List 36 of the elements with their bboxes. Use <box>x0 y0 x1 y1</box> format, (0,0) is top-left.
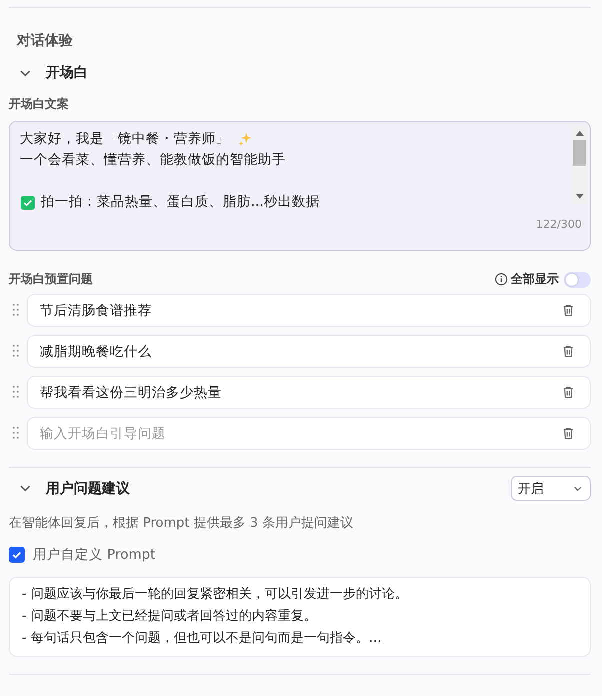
text-area[interactable]: 大家好，我是「镜中餐・营养师」 一个会看菜、懂营养、能教做饭的智能助手 拍一拍：菜品热量、蛋白质、脂肪...秒出数据 122/300 <box>9 121 591 251</box>
toggle-switch[interactable] <box>564 272 591 288</box>
character-counter: 122/300 <box>536 218 582 231</box>
field-label: 开场白文案 <box>9 96 70 113</box>
info-icon[interactable] <box>495 273 508 286</box>
drag-handle-icon[interactable] <box>12 344 20 358</box>
section-title: 对话体验 <box>17 32 74 50</box>
input-field[interactable]: 减脂期晚餐吃什么 <box>27 335 591 368</box>
checkmark-icon <box>21 196 35 210</box>
field-value: 减脂期晚餐吃什么 <box>40 342 153 360</box>
section-heading: 开场白 <box>46 64 88 82</box>
prompt-field[interactable]: - 问题应该与你最后一轮的回复紧密相关，可以引发进一步的讨论。 - 问题不要与上文已经提问或者回答过的内容重复。 - 每句话只包含一个问题，但也可以不是问句而是一句指令。… <box>9 577 591 657</box>
section-heading: 用户问题建议 <box>46 480 130 498</box>
checkbox-label: 用户自定义 Prompt <box>33 546 156 564</box>
description-text: 在智能体回复后，根据 Prompt 提供最多 3 条用户提问建议 <box>9 515 354 532</box>
text-line: 拍一拍：菜品热量、蛋白质、脂肪...秒出数据 <box>41 193 320 212</box>
delete-icon[interactable] <box>562 345 575 358</box>
input-field[interactable]: 节后清肠食谱推荐 <box>27 294 591 327</box>
sparkle-icon <box>238 132 253 147</box>
drag-handle-icon[interactable] <box>12 426 20 440</box>
delete-icon[interactable] <box>562 386 575 399</box>
scroll-bar[interactable] <box>572 126 587 204</box>
drag-handle-icon[interactable] <box>12 303 20 317</box>
field-value: 帮我看看这份三明治多少热量 <box>40 384 223 402</box>
drag-handle-icon[interactable] <box>12 385 20 399</box>
field-value: 节后清肠食谱推荐 <box>40 302 153 320</box>
input-field[interactable]: 帮我看看这份三明治多少热量 <box>27 376 591 409</box>
delete-icon[interactable] <box>562 304 575 317</box>
text-line: 一个会看菜、懂营养、能教做饭的智能助手 <box>20 151 286 170</box>
delete-icon[interactable] <box>562 427 575 440</box>
field-placeholder: 输入开场白引导问题 <box>40 424 167 442</box>
checkbox[interactable] <box>9 547 25 563</box>
toggle-label: 全部显示 <box>511 271 559 288</box>
text-line: 大家好，我是「镜中餐・营养师」 <box>20 130 230 149</box>
dropdown[interactable]: 开启 <box>511 476 591 501</box>
field-label: 开场白预置问题 <box>9 271 93 288</box>
